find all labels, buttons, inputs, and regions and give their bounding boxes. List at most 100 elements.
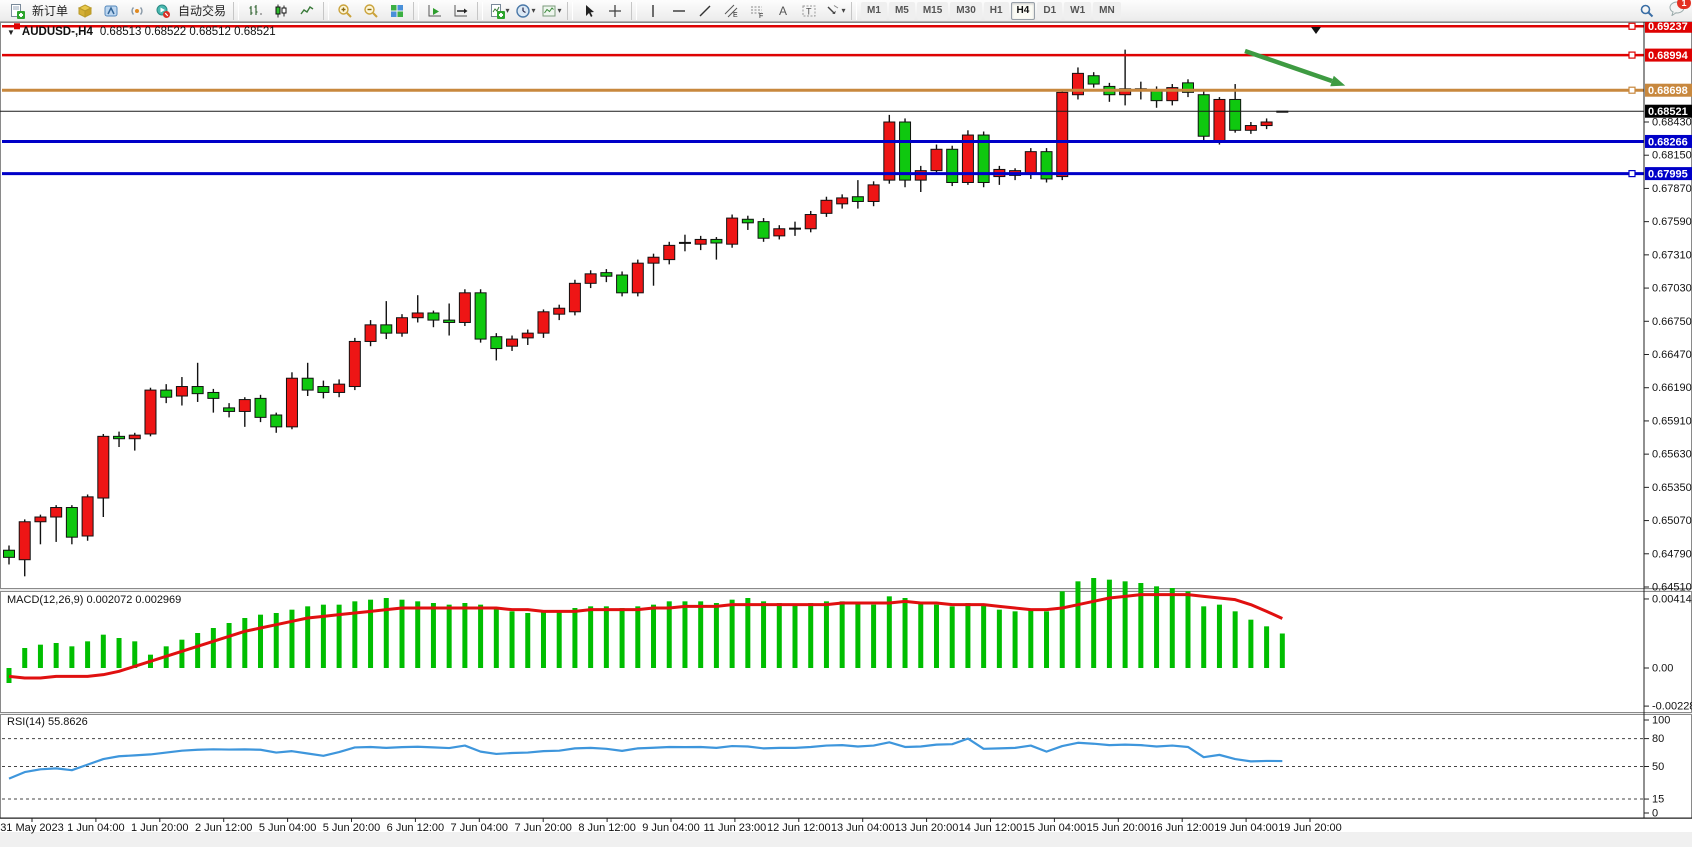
cursor-icon xyxy=(581,3,597,19)
timeframe-d1-button[interactable]: D1 xyxy=(1037,2,1062,20)
template-icon xyxy=(541,3,557,19)
svg-text:0.68266: 0.68266 xyxy=(1648,136,1688,148)
new-order-label[interactable]: 新订单 xyxy=(32,2,68,19)
text-label-icon: T xyxy=(801,3,817,19)
svg-text:0.65910: 0.65910 xyxy=(1652,415,1692,427)
fibonacci-icon: F xyxy=(749,3,765,19)
metaeditor-button[interactable] xyxy=(98,0,124,22)
chevron-down-icon: ▾ xyxy=(558,6,562,15)
svg-text:15 Jun 20:00: 15 Jun 20:00 xyxy=(1086,822,1150,834)
zoom-out-button[interactable] xyxy=(358,0,384,22)
trendline-button[interactable] xyxy=(692,0,718,22)
toolbar-separator xyxy=(413,2,419,20)
svg-text:0.68430: 0.68430 xyxy=(1652,116,1692,128)
symbol-title: AUDUSD-,H4 xyxy=(22,26,93,38)
svg-text:7 Jun 20:00: 7 Jun 20:00 xyxy=(514,822,572,834)
svg-text:1 Jun 04:00: 1 Jun 04:00 xyxy=(67,822,125,834)
svg-text:A: A xyxy=(779,4,787,18)
svg-text:0.68994: 0.68994 xyxy=(1648,50,1689,62)
auto-trading-label[interactable]: 自动交易 xyxy=(178,2,226,19)
svg-text:13 Jun 20:00: 13 Jun 20:00 xyxy=(895,822,959,834)
svg-text:11 Jun 23:00: 11 Jun 23:00 xyxy=(704,822,767,834)
svg-text:15 Jun 04:00: 15 Jun 04:00 xyxy=(1023,822,1087,834)
svg-text:0.68150: 0.68150 xyxy=(1652,150,1692,162)
vertical-line-button[interactable] xyxy=(640,0,666,22)
svg-text:T: T xyxy=(806,6,812,16)
cursor-button[interactable] xyxy=(576,0,602,22)
templates-button[interactable]: ▾ xyxy=(538,0,564,22)
line-chart-button[interactable] xyxy=(294,0,320,22)
svg-text:7 Jun 04:00: 7 Jun 04:00 xyxy=(451,822,509,834)
search-button[interactable] xyxy=(1634,0,1660,22)
horizontal-line-icon xyxy=(671,3,687,19)
svg-text:0.65630: 0.65630 xyxy=(1652,449,1692,461)
auto-trading-icon xyxy=(155,3,171,19)
timeframe-m1-button[interactable]: M1 xyxy=(861,2,887,20)
text-label-button[interactable]: T xyxy=(796,0,822,22)
svg-text:0.00: 0.00 xyxy=(1652,663,1673,675)
timeframe-m15-button[interactable]: M15 xyxy=(917,2,948,20)
horizontal-line-button[interactable] xyxy=(666,0,692,22)
svg-text:0.67995: 0.67995 xyxy=(1648,168,1688,180)
chevron-down-icon: ▾ xyxy=(506,6,510,15)
svg-text:19 Jun 04:00: 19 Jun 04:00 xyxy=(1214,822,1278,834)
svg-text:6 Jun 12:00: 6 Jun 12:00 xyxy=(387,822,445,834)
svg-text:5 Jun 04:00: 5 Jun 04:00 xyxy=(259,822,317,834)
chevron-down-icon: ▾ xyxy=(532,6,536,15)
svg-text:0.66750: 0.66750 xyxy=(1652,316,1692,328)
indicators-button[interactable]: ▾ xyxy=(486,0,512,22)
auto-trading-button[interactable] xyxy=(150,0,176,22)
svg-text:0.004142: 0.004142 xyxy=(1652,593,1692,605)
toolbar-separator xyxy=(631,2,637,20)
svg-text:0.67870: 0.67870 xyxy=(1652,183,1692,195)
equidistant-channel-button[interactable]: E xyxy=(718,0,744,22)
bar-chart-button[interactable] xyxy=(242,0,268,22)
arrows-button[interactable]: ▾ xyxy=(822,0,848,22)
timeframe-h4-button[interactable]: H4 xyxy=(1011,2,1036,20)
timeframe-m5-button[interactable]: M5 xyxy=(889,2,915,20)
svg-text:16 Jun 12:00: 16 Jun 12:00 xyxy=(1150,822,1214,834)
timeframe-m30-button[interactable]: M30 xyxy=(950,2,981,20)
svg-text:15: 15 xyxy=(1652,794,1664,806)
zoom-in-button[interactable] xyxy=(332,0,358,22)
svg-text:0.66190: 0.66190 xyxy=(1652,382,1692,394)
price-chart[interactable]: 0.684300.681500.678700.675900.673100.670… xyxy=(0,0,1692,842)
toolbar-separator xyxy=(323,2,329,20)
toolbar-separator xyxy=(851,2,857,20)
svg-text:19 Jun 20:00: 19 Jun 20:00 xyxy=(1278,822,1342,834)
timeframe-mn-button[interactable]: MN xyxy=(1093,2,1121,20)
tile-windows-button[interactable] xyxy=(384,0,410,22)
signals-button[interactable] xyxy=(124,0,150,22)
auto-scroll-button[interactable] xyxy=(422,0,448,22)
search-icon xyxy=(1639,3,1655,19)
zoom-in-icon xyxy=(337,3,353,19)
svg-text:100: 100 xyxy=(1652,715,1670,727)
fibonacci-button[interactable]: F xyxy=(744,0,770,22)
chart-shift-button[interactable] xyxy=(448,0,474,22)
market-watch-button[interactable] xyxy=(72,0,98,22)
svg-text:0.69237: 0.69237 xyxy=(1648,21,1688,33)
notifications-button[interactable]: 1 xyxy=(1668,0,1686,21)
svg-text:2 Jun 12:00: 2 Jun 12:00 xyxy=(195,822,253,834)
vertical-line-icon xyxy=(645,3,661,19)
editor-icon xyxy=(103,3,119,19)
timeframe-h1-button[interactable]: H1 xyxy=(984,2,1009,20)
timeframe-w1-button[interactable]: W1 xyxy=(1064,2,1091,20)
svg-text:0.64510: 0.64510 xyxy=(1652,582,1692,594)
svg-text:0.64790: 0.64790 xyxy=(1652,548,1692,560)
svg-text:-0.002286: -0.002286 xyxy=(1652,701,1692,713)
candlestick-chart-button[interactable] xyxy=(268,0,294,22)
periods-button[interactable]: ▾ xyxy=(512,0,538,22)
symbol-dropdown-icon[interactable]: ▼ xyxy=(7,28,15,37)
crosshair-button[interactable] xyxy=(602,0,628,22)
new-order-button[interactable] xyxy=(4,0,30,22)
text-button[interactable]: A xyxy=(770,0,796,22)
svg-text:13 Jun 04:00: 13 Jun 04:00 xyxy=(831,822,895,834)
svg-text:0.66470: 0.66470 xyxy=(1652,349,1692,361)
trendline-icon xyxy=(697,3,713,19)
svg-text:9 Jun 04:00: 9 Jun 04:00 xyxy=(642,822,700,834)
tile-windows-icon xyxy=(389,3,405,19)
svg-text:0: 0 xyxy=(1652,808,1658,820)
new-order-icon xyxy=(9,3,25,19)
macd-indicator-label: MACD(12,26,9) 0.002072 0.002969 xyxy=(7,594,181,606)
